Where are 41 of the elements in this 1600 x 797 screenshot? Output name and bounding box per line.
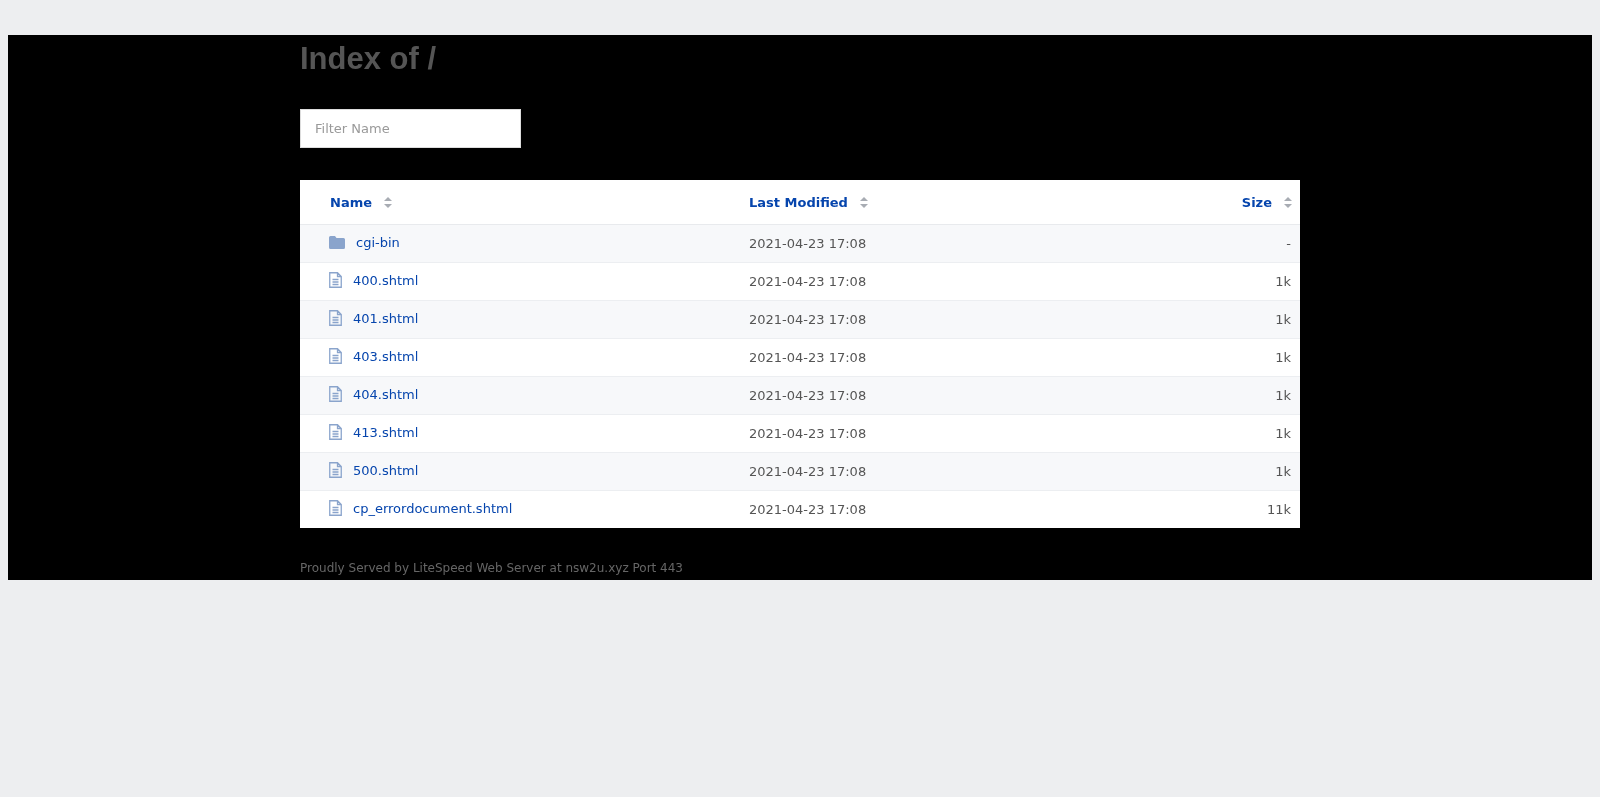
document-icon — [329, 272, 342, 288]
sort-icon[interactable] — [859, 196, 868, 208]
page-title: Index of / — [300, 40, 438, 78]
modified-date: 2021-04-23 17:08 — [749, 274, 867, 289]
document-icon — [329, 310, 342, 326]
file-size: 1k — [1275, 426, 1291, 441]
modified-date: 2021-04-23 17:08 — [749, 350, 867, 365]
file-link[interactable]: 413.shtml — [353, 424, 419, 440]
column-header[interactable]: Last Modified — [749, 194, 848, 210]
sort-icon[interactable] — [1284, 196, 1292, 208]
modified-date: 2021-04-23 17:08 — [749, 426, 867, 441]
filter-field[interactable]: Filter Name — [300, 109, 521, 148]
column-header[interactable]: Size — [1241, 194, 1272, 210]
file-size: 1k — [1275, 350, 1291, 365]
file-link[interactable]: 400.shtml — [353, 272, 419, 288]
modified-date: 2021-04-23 17:08 — [749, 388, 867, 403]
document-icon — [329, 386, 342, 402]
file-link[interactable]: cp_errordocument.shtml — [353, 500, 513, 516]
modified-date: 2021-04-23 17:08 — [749, 464, 867, 479]
file-size: 1k — [1275, 312, 1291, 327]
file-link[interactable]: 500.shtml — [353, 462, 419, 478]
document-icon — [329, 500, 342, 516]
file-size: 11k — [1266, 502, 1291, 517]
modified-date: 2021-04-23 17:08 — [749, 236, 867, 251]
file-link[interactable]: 404.shtml — [353, 386, 419, 402]
sort-icon[interactable] — [384, 196, 392, 208]
file-size: 1k — [1275, 388, 1291, 403]
document-icon — [329, 424, 342, 440]
server-footer: Proudly Served by LiteSpeed Web Server at nsw2u.xyz Port 443 — [300, 561, 1300, 575]
file-size: - — [1286, 236, 1291, 251]
file-link[interactable]: 401.shtml — [353, 310, 419, 326]
folder-icon — [329, 236, 345, 249]
document-icon — [329, 348, 342, 364]
file-link[interactable]: cgi-bin — [356, 235, 400, 250]
file-size: 1k — [1275, 274, 1291, 289]
column-header[interactable]: Name — [330, 194, 372, 210]
modified-date: 2021-04-23 17:08 — [749, 312, 867, 327]
modified-date: 2021-04-23 17:08 — [749, 502, 867, 517]
document-icon — [329, 462, 342, 478]
file-link[interactable]: 403.shtml — [353, 348, 419, 364]
file-size: 1k — [1275, 464, 1291, 479]
